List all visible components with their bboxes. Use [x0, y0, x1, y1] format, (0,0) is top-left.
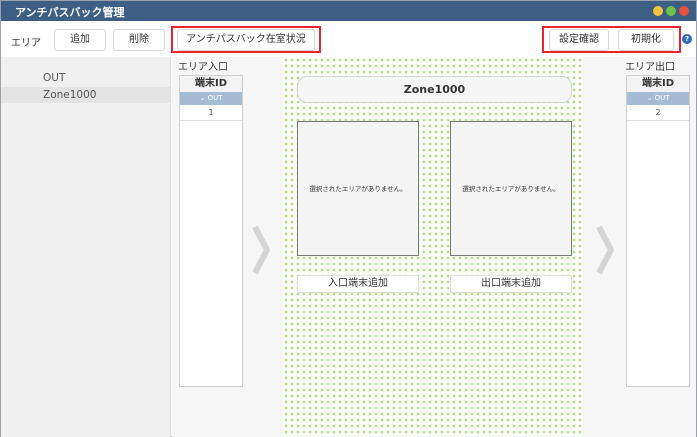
- entrance-terminal-list: 端末ID ⌄ OUT 1: [179, 75, 243, 387]
- exit-group-out[interactable]: ⌄ OUT: [627, 92, 689, 105]
- window-title: アンチパスバック管理: [15, 6, 125, 19]
- chevron-right-icon: [252, 225, 270, 275]
- zone-title: Zone1000: [297, 76, 572, 103]
- title-bar: アンチパスバック管理: [1, 1, 696, 21]
- add-exit-terminal-button[interactable]: 出口端末追加: [450, 275, 572, 293]
- exit-terminal-box: 選択されたエリアがありません。: [450, 121, 572, 256]
- area-item-zone1000[interactable]: Zone1000: [1, 87, 170, 103]
- exit-terminal-list: 端末ID ⌄ OUT 2: [626, 75, 690, 387]
- entrance-terminal-row[interactable]: 1: [180, 105, 242, 121]
- app-window: アンチパスバック管理 エリア 追加 削除 アンチパスバック在室状況 設定確認 初…: [0, 0, 697, 437]
- exit-terminal-row[interactable]: 2: [627, 105, 689, 121]
- entrance-section-label: エリア入口: [178, 62, 228, 73]
- entrance-terminal-box: 選択されたエリアがありません。: [297, 121, 419, 256]
- close-button[interactable]: [679, 6, 689, 16]
- area-item-out[interactable]: OUT: [1, 70, 170, 86]
- toolbar: エリア 追加 削除 アンチパスバック在室状況 設定確認 初期化 ?: [1, 21, 696, 57]
- area-list-panel: OUT Zone1000: [1, 57, 171, 437]
- area-label: エリア: [11, 38, 41, 49]
- chevron-right-icon: [596, 225, 614, 275]
- highlight-settings: [542, 26, 681, 53]
- entrance-group-out[interactable]: ⌄ OUT: [180, 92, 242, 105]
- exit-column-header: 端末ID: [627, 76, 689, 92]
- exit-section-label: エリア出口: [625, 62, 675, 73]
- maximize-button[interactable]: [666, 6, 676, 16]
- delete-area-button[interactable]: 削除: [113, 29, 165, 51]
- add-area-button[interactable]: 追加: [54, 29, 106, 51]
- highlight-status: [171, 26, 321, 53]
- minimize-button[interactable]: [653, 6, 663, 16]
- main-panel: エリア入口 端末ID ⌄ OUT 1 Zone1000 選択されたエリアがありま…: [172, 57, 696, 437]
- help-icon[interactable]: ?: [682, 34, 692, 44]
- add-entrance-terminal-button[interactable]: 入口端末追加: [297, 275, 419, 293]
- entrance-column-header: 端末ID: [180, 76, 242, 92]
